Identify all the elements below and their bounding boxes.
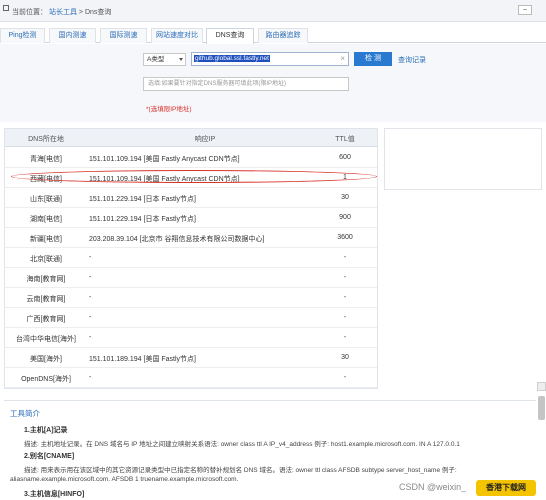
cell-response-ip: - <box>89 254 92 261</box>
breadcrumb: 当前位置： 站长工具 > Dns查询 <box>12 7 111 17</box>
intro-line: 2.别名[CNAME] <box>24 453 75 460</box>
dns-server-input[interactable]: 选填:如果要针对指定DNS服务器可填此项(限IP地址) <box>143 77 349 91</box>
column-location: DNS所在地 <box>28 136 64 143</box>
tab-ping[interactable]: Ping检测 <box>0 28 45 43</box>
cell-ttl: - <box>343 334 347 341</box>
site-logo-badge: 香港下载网 <box>476 480 536 496</box>
cell-location: 台湾中华电信[海外] <box>16 336 76 343</box>
table-row: 青海[电信] 151.101.109.194 [美国 Fastly Anycast… <box>5 148 377 168</box>
cell-response-ip: 203.208.39.104 [北京市 谷翔信息技术有限公司数据中心] <box>89 236 265 243</box>
table-row: 山东[联通] 151.101.229.194 [日本 Fastly节点] 30 <box>5 188 377 208</box>
table-row: 美国[海外] 151.101.189.194 [美国 Fastly节点] 30 <box>5 348 377 368</box>
intro-line: 3.主机信息[HINFO] <box>24 491 85 498</box>
top-bar: 当前位置： 站长工具 > Dns查询 − <box>0 0 546 22</box>
scroll-thumb[interactable] <box>538 396 545 420</box>
record-type-select[interactable]: A类型 <box>143 53 186 66</box>
query-record-link[interactable]: 查询记录 <box>398 55 426 65</box>
record-type-value: A类型 <box>147 56 165 63</box>
tool-tabs: Ping检测 国内测速 国际测速 网站速度对比 DNS查询 路由器追踪 <box>0 28 546 44</box>
cell-response-ip: 151.101.229.194 [日本 Fastly节点] <box>89 216 196 223</box>
tool-intro-title: 工具简介 <box>10 409 40 418</box>
intro-line: 1.主机[A]记录 <box>24 427 68 434</box>
table-row: 广西[教育网] - - <box>5 308 377 328</box>
home-icon <box>3 5 9 11</box>
cell-ttl: 30 <box>341 194 349 201</box>
clear-icon[interactable]: × <box>340 53 345 65</box>
results-table: DNS所在地 响应IP TTL值 青海[电信] 151.101.109.194 [… <box>4 128 378 389</box>
cell-location: 新疆[电信] <box>30 236 62 243</box>
page-scrollbar[interactable] <box>537 382 546 500</box>
highlight-annotation <box>11 170 377 183</box>
tab-dns-query[interactable]: DNS查询 <box>206 28 254 44</box>
cell-response-ip: - <box>89 334 92 341</box>
cell-response-ip: - <box>89 314 92 321</box>
table-header: DNS所在地 响应IP TTL值 <box>5 129 377 147</box>
table-row: 云南[教育网] - - <box>5 288 377 308</box>
cell-location: 北京[联通] <box>30 256 62 263</box>
intro-line: aliasname.example.microsoft.com. AFSDB 1… <box>10 476 239 483</box>
chevron-down-icon <box>179 58 183 61</box>
tab-route-trace[interactable]: 路由器追踪 <box>258 28 308 43</box>
cell-ttl: - <box>343 374 347 381</box>
table-row: 新疆[电信] 203.208.39.104 [北京市 谷翔信息技术有限公司数据中心… <box>5 228 377 248</box>
csdn-watermark: CSDN @weixin_ <box>399 482 467 492</box>
cell-ttl: - <box>343 314 347 321</box>
scroll-up-icon[interactable] <box>537 382 546 391</box>
cell-location: 青海[电信] <box>30 156 62 163</box>
cell-location: 山东[联通] <box>30 196 62 203</box>
table-row: OpenDNS[海外] - - <box>5 368 377 388</box>
breadcrumb-section-link[interactable]: 站长工具 <box>49 9 77 16</box>
domain-input-value: github.global.ssl.fastly.net <box>194 55 270 62</box>
intro-line: 描述: 主机地址记录。在 DNS 域名与 IP 地址之间建立映射关系语法: ow… <box>24 441 460 448</box>
cell-response-ip: - <box>89 374 92 381</box>
side-panel <box>384 128 542 190</box>
table-row: 海南[教育网] - - <box>5 268 377 288</box>
detect-button[interactable]: 检 测 <box>354 52 392 66</box>
breadcrumb-separator: > <box>78 9 83 16</box>
cell-location: 湖南[电信] <box>30 216 62 223</box>
cell-ttl: - <box>343 274 347 281</box>
cell-ttl: 600 <box>339 154 351 161</box>
cell-response-ip: 151.101.109.194 [美国 Fastly Anycast CDN节点… <box>89 156 240 163</box>
cell-location: 云南[教育网] <box>26 296 66 303</box>
cell-ttl: 900 <box>339 214 351 221</box>
cell-ttl: - <box>343 294 347 301</box>
cell-ttl: - <box>343 254 347 261</box>
dns-query-form: A类型 github.global.ssl.fastly.net × 检 测 查… <box>0 44 546 122</box>
cell-response-ip: - <box>89 294 92 301</box>
domain-input[interactable]: github.global.ssl.fastly.net × <box>191 52 349 66</box>
column-response-ip: 响应IP <box>194 136 216 143</box>
tab-speed-compare[interactable]: 网站速度对比 <box>151 28 203 43</box>
table-row: 北京[联通] - - <box>5 248 377 268</box>
cell-response-ip: 151.101.229.194 [日本 Fastly节点] <box>89 196 196 203</box>
cell-location: 海南[教育网] <box>26 276 66 283</box>
cell-response-ip: 151.101.189.194 [美国 Fastly节点] <box>89 356 196 363</box>
table-row: 湖南[电信] 151.101.229.194 [日本 Fastly节点] 900 <box>5 208 377 228</box>
cell-ttl: 3600 <box>337 234 353 241</box>
breadcrumb-current: Dns查询 <box>84 9 112 16</box>
cell-ttl: 30 <box>341 354 349 361</box>
cell-location: 广西[教育网] <box>26 316 66 323</box>
cell-location: 美国[海外] <box>30 356 62 363</box>
tab-intl-speed[interactable]: 国际测速 <box>100 28 147 43</box>
optional-note: *(选填限IP地址) <box>146 106 192 113</box>
tab-domestic-speed[interactable]: 国内测速 <box>49 28 96 43</box>
table-row: 台湾中华电信[海外] - - <box>5 328 377 348</box>
breadcrumb-prefix: 当前位置： <box>12 9 47 16</box>
column-ttl: TTL值 <box>335 136 355 143</box>
collapse-button[interactable]: − <box>518 5 532 15</box>
cell-location: OpenDNS[海外] <box>21 376 71 383</box>
cell-response-ip: - <box>89 274 92 281</box>
intro-line: 描述: 用来表示用在该区域中的其它资源记录类型中已指定名称的替补规划名 DNS … <box>24 467 457 474</box>
